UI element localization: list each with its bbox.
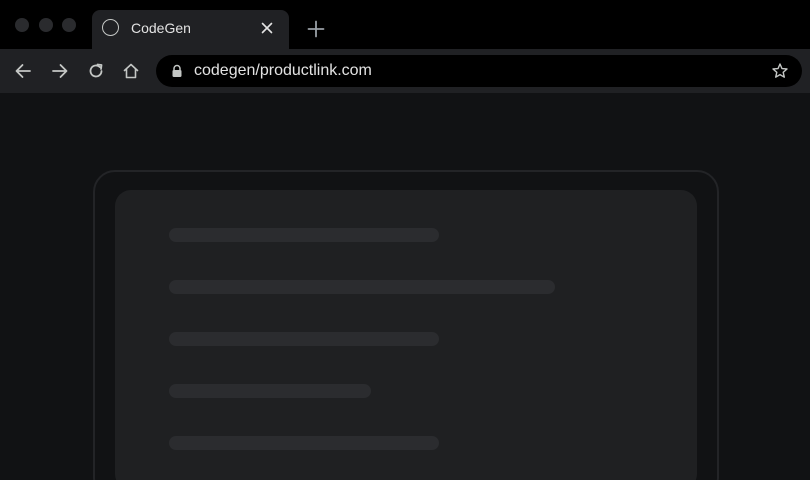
skeleton-line bbox=[169, 332, 439, 346]
tab-strip: CodeGen bbox=[0, 0, 810, 49]
star-icon[interactable] bbox=[771, 62, 789, 80]
browser-toolbar: codegen/productlink.com bbox=[0, 49, 810, 93]
skeleton-line bbox=[169, 280, 555, 294]
close-icon[interactable] bbox=[259, 20, 275, 36]
window-minimize-dot[interactable] bbox=[39, 18, 53, 32]
skeleton-line bbox=[169, 436, 439, 450]
url-text[interactable]: codegen/productlink.com bbox=[194, 62, 372, 80]
window-close-dot[interactable] bbox=[15, 18, 29, 32]
arrow-right-icon[interactable] bbox=[49, 60, 71, 82]
address-bar[interactable]: codegen/productlink.com bbox=[156, 55, 802, 87]
lock-icon[interactable] bbox=[170, 64, 184, 78]
skeleton-line bbox=[169, 228, 439, 242]
globe-circle-icon bbox=[102, 19, 119, 36]
window-zoom-dot[interactable] bbox=[62, 18, 76, 32]
reload-icon[interactable] bbox=[85, 60, 107, 82]
home-icon[interactable] bbox=[120, 60, 142, 82]
plus-icon[interactable] bbox=[305, 18, 327, 40]
skeleton-line bbox=[169, 384, 371, 398]
tab-title: CodeGen bbox=[131, 20, 191, 36]
tab-codegen[interactable]: CodeGen bbox=[92, 10, 289, 49]
arrow-left-icon[interactable] bbox=[12, 60, 34, 82]
browser-window: CodeGen codegen/productlink.com bbox=[0, 0, 810, 480]
